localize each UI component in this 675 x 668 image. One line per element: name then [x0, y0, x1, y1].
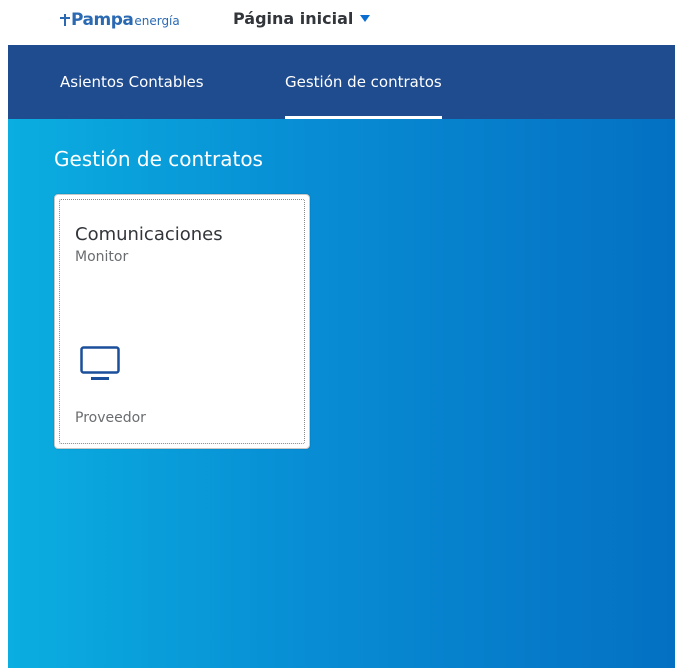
- main-content: Gestión de contratos Comunicaciones Moni…: [8, 119, 675, 668]
- caret-down-icon: [360, 15, 371, 22]
- logo-text-sub: energía: [134, 14, 180, 28]
- section-title: Gestión de contratos: [54, 147, 263, 171]
- tab-label: Gestión de contratos: [285, 73, 442, 91]
- tab-bar: Asientos Contables Gestión de contratos: [8, 45, 675, 119]
- logo-text-main: Pampa: [71, 10, 134, 30]
- tile-subtitle: Monitor: [75, 249, 129, 265]
- tab-gestion-de-contratos[interactable]: Gestión de contratos: [285, 45, 442, 119]
- home-menu-button[interactable]: Página inicial: [233, 9, 371, 28]
- logo-mark-icon: [60, 11, 70, 26]
- tab-asientos-contables[interactable]: Asientos Contables: [60, 45, 204, 119]
- monitor-icon: [80, 346, 120, 380]
- shell-header: Pampa energía Página inicial: [0, 0, 675, 45]
- tile-title: Comunicaciones: [75, 224, 223, 245]
- tile-comunicaciones[interactable]: Comunicaciones Monitor Proveedor: [54, 194, 310, 449]
- tab-label: Asientos Contables: [60, 73, 204, 91]
- company-logo[interactable]: Pampa energía: [60, 10, 180, 34]
- home-menu-label: Página inicial: [233, 9, 354, 28]
- tile-footer: Proveedor: [75, 410, 146, 426]
